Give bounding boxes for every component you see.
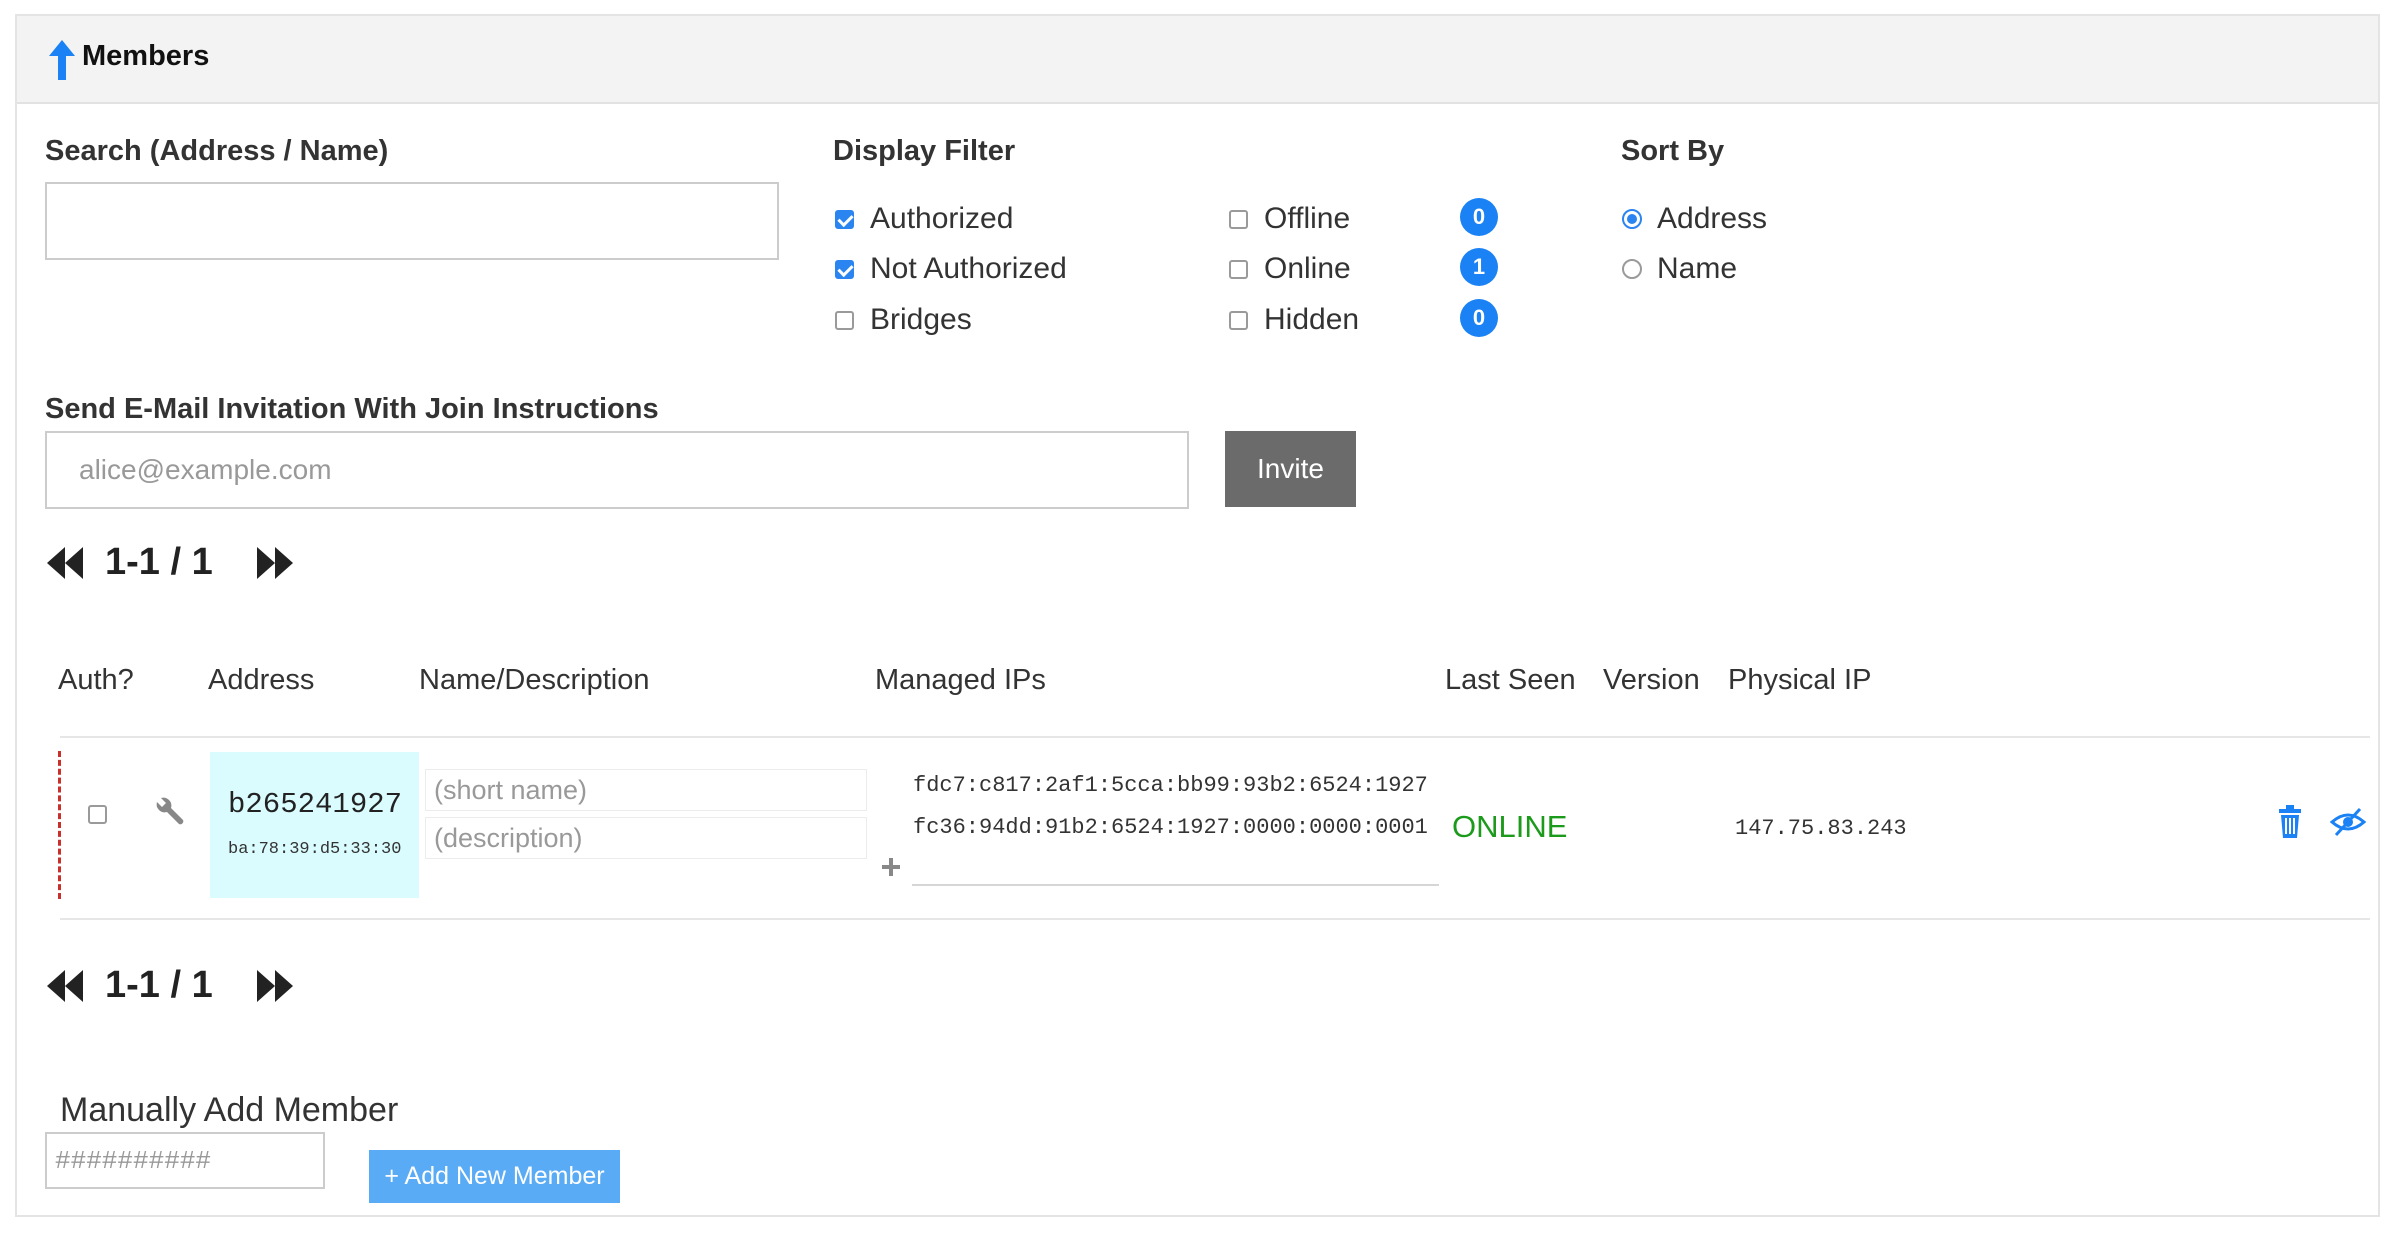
member-id-input[interactable] [45, 1132, 325, 1189]
hidden-label: Hidden [1264, 303, 1360, 336]
member-address: b265241927 [228, 788, 403, 821]
not-authorized-label: Not Authorized [870, 252, 1067, 285]
column-header-managed-ips: Managed IPs [875, 664, 1046, 696]
member-auth-checkbox[interactable] [88, 805, 107, 824]
pagination-top: 1-1 / 1 [45, 537, 305, 587]
arrow-up-icon[interactable] [47, 38, 77, 82]
bridges-checkbox[interactable] [835, 311, 854, 330]
sort-name-label: Name [1657, 252, 1738, 285]
trash-icon[interactable] [2275, 805, 2305, 839]
online-checkbox[interactable] [1229, 260, 1248, 279]
column-header-physical-ip: Physical IP [1728, 664, 1872, 696]
bridges-label: Bridges [870, 303, 972, 336]
column-header-name: Name/Description [419, 664, 650, 696]
double-arrow-left-icon[interactable] [45, 968, 85, 1004]
double-arrow-right-icon[interactable] [255, 545, 295, 581]
offline-checkbox[interactable] [1229, 210, 1248, 229]
not-authorized-checkbox[interactable] [835, 260, 854, 279]
table-row-divider-top [60, 736, 2370, 738]
authorized-checkbox[interactable] [835, 210, 854, 229]
sort-address-label: Address [1657, 202, 1768, 235]
invite-label: Send E-Mail Invitation With Join Instruc… [45, 393, 659, 425]
search-input[interactable] [45, 182, 779, 260]
physical-ip: 147.75.83.243 [1735, 816, 1907, 841]
member-name-input[interactable] [425, 769, 867, 811]
double-arrow-right-icon[interactable] [255, 968, 295, 1004]
search-label: Search (Address / Name) [45, 135, 389, 167]
sort-name-radio[interactable] [1622, 259, 1642, 279]
add-new-member-button[interactable]: + Add New Member [369, 1150, 620, 1203]
pagination-bottom: 1-1 / 1 [45, 960, 305, 1010]
member-description-input[interactable] [425, 817, 867, 859]
double-arrow-left-icon[interactable] [45, 545, 85, 581]
column-header-auth: Auth? [58, 664, 134, 696]
last-seen-status: ONLINE [1452, 809, 1568, 844]
address-cell: b265241927 ba:78:39:d5:33:30 [210, 752, 419, 898]
display-filter-label: Display Filter [833, 135, 1016, 167]
members-panel: Members Search (Address / Name) Display … [15, 14, 2380, 1217]
panel-title: Members [82, 40, 210, 72]
eye-slash-icon[interactable] [2330, 806, 2366, 838]
online-label: Online [1264, 252, 1351, 285]
hidden-checkbox[interactable] [1229, 311, 1248, 330]
new-ip-input[interactable] [912, 884, 1439, 886]
invite-button[interactable]: Invite [1225, 431, 1356, 507]
online-count-badge: 1 [1460, 248, 1498, 286]
authorized-label: Authorized [870, 202, 1014, 235]
offline-count-badge: 0 [1460, 198, 1498, 236]
wrench-icon[interactable] [155, 794, 187, 828]
member-mac: ba:78:39:d5:33:30 [228, 840, 402, 859]
managed-ip: fdc7:c817:2af1:5cca:bb99:93b2:6524:1927 [913, 773, 1428, 798]
pagination-text: 1-1 / 1 [105, 541, 213, 583]
pagination-text: 1-1 / 1 [105, 964, 213, 1006]
panel-header[interactable]: Members [17, 16, 2378, 104]
column-header-version: Version [1603, 664, 1700, 696]
column-header-last-seen: Last Seen [1445, 664, 1576, 696]
sort-by-label: Sort By [1621, 135, 1725, 167]
sort-address-radio[interactable] [1622, 209, 1642, 229]
offline-label: Offline [1264, 202, 1351, 235]
manual-add-title: Manually Add Member [60, 1091, 399, 1129]
row-marker [58, 751, 61, 899]
table-row-divider-bottom [60, 918, 2370, 920]
column-header-address: Address [208, 664, 315, 696]
plus-icon[interactable] [881, 857, 901, 877]
managed-ip: fc36:94dd:91b2:6524:1927:0000:0000:0001 [913, 815, 1428, 840]
hidden-count-badge: 0 [1460, 299, 1498, 337]
invite-email-input[interactable] [45, 431, 1189, 509]
